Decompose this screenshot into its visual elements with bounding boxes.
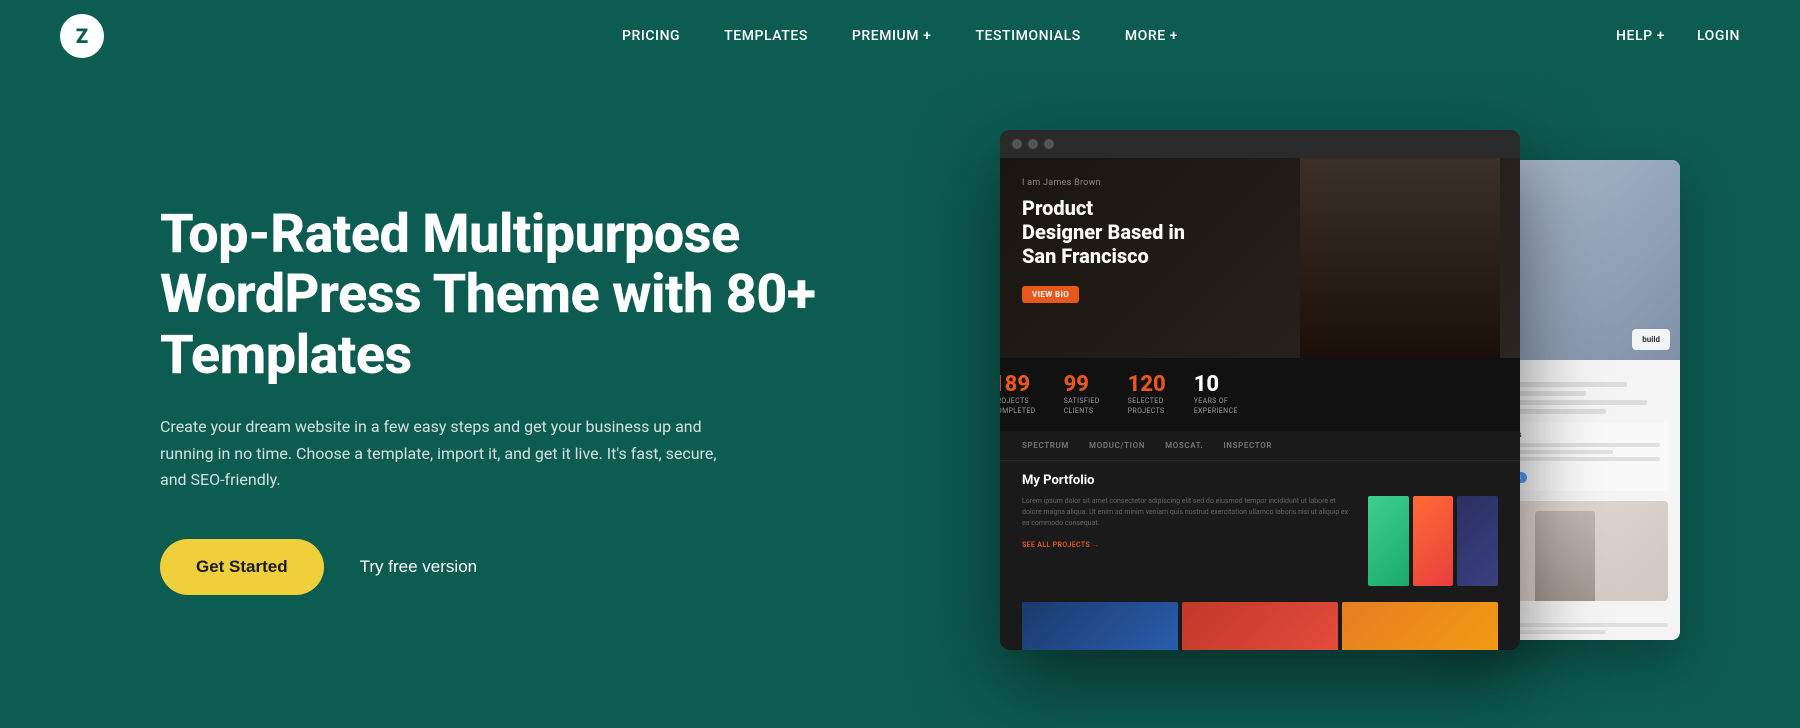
bc-see-more: SEE ALL PROJECTS →	[1022, 541, 1354, 549]
portfolio-item-2	[1413, 496, 1454, 586]
sw-person-bottom	[1535, 511, 1595, 601]
browser-dot-1	[1012, 139, 1022, 149]
portfolio-item-1	[1368, 496, 1409, 586]
browser-titlebar	[1000, 130, 1520, 158]
stat-item-3: 120 SelectedProjects	[1128, 372, 1166, 417]
thumb-2	[1182, 602, 1338, 650]
stat-item-1: 189 ProjectsCompleted	[1000, 372, 1036, 417]
person-image	[1300, 158, 1500, 358]
portfolio-item-3	[1457, 496, 1498, 586]
hero-section: Top-Rated Multipurpose WordPress Theme w…	[0, 72, 1800, 728]
bc-portfolio-grid	[1368, 496, 1498, 586]
sw-person-figure	[1525, 200, 1605, 360]
bc-thumbnail-row	[1000, 602, 1520, 650]
nav-item-more[interactable]: MORE +	[1125, 28, 1178, 44]
hero-subtitle: Create your dream website in a few easy …	[160, 414, 740, 493]
get-started-button[interactable]: Get Started	[160, 539, 324, 595]
bc-eyebrow: I am James Brown	[1022, 178, 1185, 188]
hero-content: Top-Rated Multipurpose WordPress Theme w…	[160, 205, 820, 596]
nav-item-help[interactable]: HELP +	[1616, 28, 1665, 44]
nav-item-premium[interactable]: PREMIUM +	[852, 28, 932, 44]
browser-dot-3	[1044, 139, 1054, 149]
hero-mockup: I am James Brown Product Designer Based …	[1000, 130, 1680, 690]
stat-item-4: 10 Years ofExperience	[1194, 372, 1238, 417]
hero-buttons: Get Started Try free version	[160, 539, 820, 595]
bc-portfolio-section: My Portfolio Lorem ipsum dolor sit amet …	[1000, 461, 1520, 598]
nav-center: PRICING TEMPLATES PREMIUM + TESTIMONIALS…	[622, 28, 1178, 44]
try-free-button[interactable]: Try free version	[360, 557, 477, 577]
nav-item-pricing[interactable]: PRICING	[622, 28, 680, 44]
bc-headline: Product Designer Based in San Francisco	[1022, 196, 1185, 268]
nav-item-templates[interactable]: TEMPLATES	[724, 28, 808, 44]
nav-right: HELP + LOGIN	[1616, 28, 1740, 44]
thumb-3	[1342, 602, 1498, 650]
sw-top-overlay: build	[1632, 329, 1670, 350]
thumb-1	[1022, 602, 1178, 650]
stat-item-2: 99 SatisfiedClients	[1064, 372, 1100, 417]
bc-stats-bar: 189 ProjectsCompleted 99 SatisfiedClient…	[1000, 358, 1520, 431]
navbar: Z PRICING TEMPLATES PREMIUM + TESTIMONIA…	[0, 0, 1800, 72]
browser-dot-2	[1028, 139, 1038, 149]
bc-logos: SPECTRUM mODUC/tion MOSCAT. Inspector	[1022, 441, 1498, 450]
bc-cta-button: VIEW BIO	[1022, 286, 1079, 303]
nav-item-login[interactable]: LOGIN	[1697, 28, 1740, 44]
browser-window-main: I am James Brown Product Designer Based …	[1000, 130, 1520, 650]
hero-title: Top-Rated Multipurpose WordPress Theme w…	[160, 205, 820, 386]
nav-item-testimonials[interactable]: TESTIMONIALS	[975, 28, 1080, 44]
brand-logo[interactable]: Z	[60, 14, 104, 58]
